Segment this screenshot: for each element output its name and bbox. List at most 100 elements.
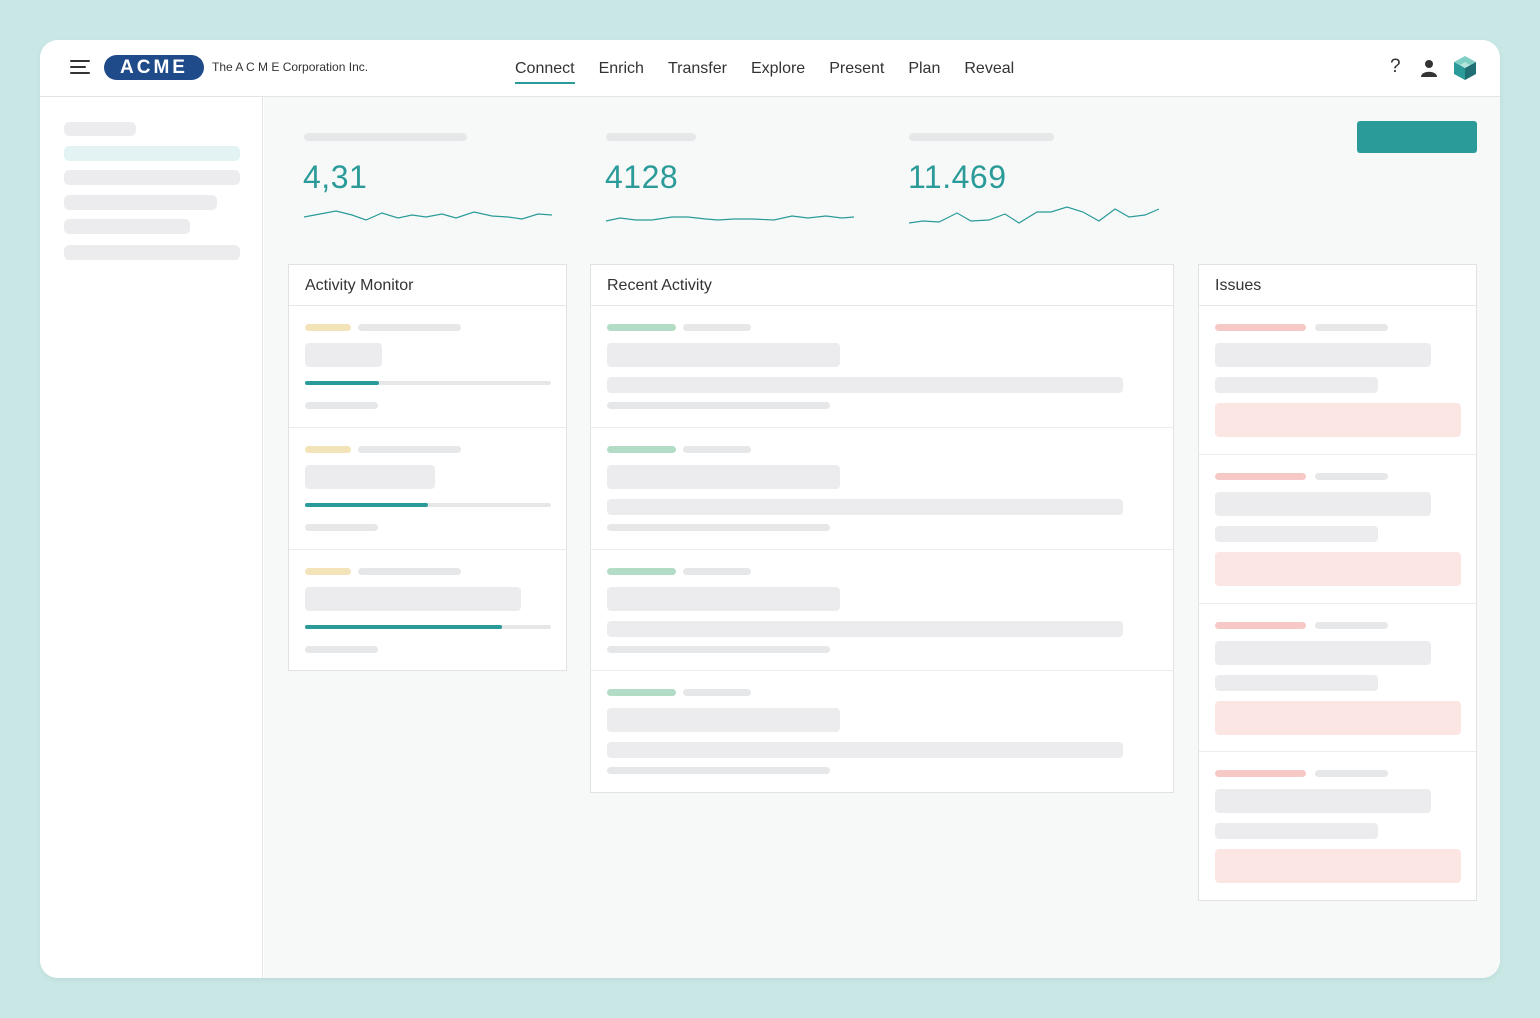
recent-activity-panel: Recent Activity [590,264,1174,793]
title-placeholder [1215,343,1431,367]
title-placeholder [607,465,840,489]
status-tag-placeholder [1215,324,1306,331]
stat-label-placeholder [909,133,1054,141]
progress-fill [305,503,428,507]
status-tag-placeholder [607,689,676,696]
status-tag-placeholder [305,446,351,453]
progress-fill [305,381,379,385]
list-item[interactable] [591,671,1173,793]
nav-plan[interactable]: Plan [908,40,940,97]
progress-bar [305,625,551,629]
description-placeholder [607,742,1123,758]
issue-item[interactable] [1199,306,1476,455]
nav-transfer[interactable]: Transfer [668,40,727,97]
meta-placeholder [683,446,751,453]
acme-logo[interactable]: ACME [104,55,204,80]
title-placeholder [305,343,382,367]
caption-placeholder [305,524,378,531]
issue-item[interactable] [1199,455,1476,604]
title-placeholder [607,343,840,367]
title-placeholder [1215,492,1431,516]
error-block-placeholder [1215,552,1461,586]
panel-title: Issues [1199,265,1476,306]
error-block-placeholder [1215,403,1461,437]
title-placeholder [607,587,840,611]
meta-placeholder [1315,324,1388,331]
meta-placeholder [683,689,751,696]
description-placeholder [1215,526,1378,542]
sparkline-3 [909,206,1159,224]
status-tag-placeholder [305,568,351,575]
meta-placeholder [358,568,461,575]
nav-reveal[interactable]: Reveal [964,40,1014,97]
nav-enrich[interactable]: Enrich [599,40,644,97]
description-placeholder [607,377,1123,393]
main-nav: Connect Enrich Transfer Explore Present … [515,40,1038,97]
meta-placeholder [1315,473,1388,480]
progress-bar [305,503,551,507]
stat-value-3: 11.469 [908,159,1007,195]
caption-placeholder [607,767,830,774]
stat-label-placeholder [304,133,467,141]
title-placeholder [305,587,521,611]
sparkline-1 [304,210,552,221]
meta-placeholder [1315,770,1388,777]
list-item[interactable] [289,550,566,671]
cube-logo-icon[interactable] [1453,55,1477,81]
status-tag-placeholder [1215,770,1306,777]
sidebar-item-placeholder[interactable] [64,170,240,185]
list-item[interactable] [591,306,1173,428]
top-header: ACME The A C M E Corporation Inc. Connec… [40,40,1500,97]
nav-connect[interactable]: Connect [515,40,575,97]
issues-panel: Issues [1198,264,1477,901]
nav-present[interactable]: Present [829,40,884,97]
caption-placeholder [607,524,830,531]
nav-explore[interactable]: Explore [751,40,805,97]
stat-label-placeholder [606,133,696,141]
description-placeholder [1215,823,1378,839]
meta-placeholder [683,324,751,331]
status-tag-placeholder [607,446,676,453]
description-placeholder [607,621,1123,637]
issue-item[interactable] [1199,752,1476,900]
list-item[interactable] [591,428,1173,550]
sidebar-item-placeholder[interactable] [64,219,190,234]
list-item[interactable] [289,428,566,550]
status-tag-placeholder [1215,473,1306,480]
meta-placeholder [683,568,751,575]
caption-placeholder [607,646,830,653]
meta-placeholder [358,446,461,453]
list-item[interactable] [591,550,1173,671]
menu-icon[interactable] [70,60,90,76]
status-tag-placeholder [607,568,676,575]
help-icon[interactable]: ? [1390,56,1401,78]
main-content: 4,31 4128 11.469 Activity Monitor Recent… [264,97,1500,978]
sidebar-item-placeholder[interactable] [64,245,240,260]
title-placeholder [305,465,435,489]
sidebar-item-selected-placeholder[interactable] [64,146,240,161]
description-placeholder [1215,675,1378,691]
panel-title: Recent Activity [591,265,1173,306]
user-icon[interactable] [1421,59,1437,77]
sidebar-item-placeholder[interactable] [64,195,217,210]
activity-monitor-panel: Activity Monitor [288,264,567,671]
description-placeholder [1215,377,1378,393]
meta-placeholder [358,324,461,331]
error-block-placeholder [1215,849,1461,883]
list-item[interactable] [289,306,566,428]
panel-title: Activity Monitor [289,265,566,306]
status-tag-placeholder [305,324,351,331]
status-tag-placeholder [607,324,676,331]
stat-value-2: 4128 [605,159,679,195]
meta-placeholder [1315,622,1388,629]
title-placeholder [1215,789,1431,813]
description-placeholder [607,499,1123,515]
status-tag-placeholder [1215,622,1306,629]
caption-placeholder [607,402,830,409]
error-block-placeholder [1215,701,1461,735]
progress-bar [305,381,551,385]
issue-item[interactable] [1199,604,1476,752]
primary-action-button[interactable] [1357,121,1477,153]
sparkline-2 [606,215,854,222]
sidebar [40,97,263,978]
